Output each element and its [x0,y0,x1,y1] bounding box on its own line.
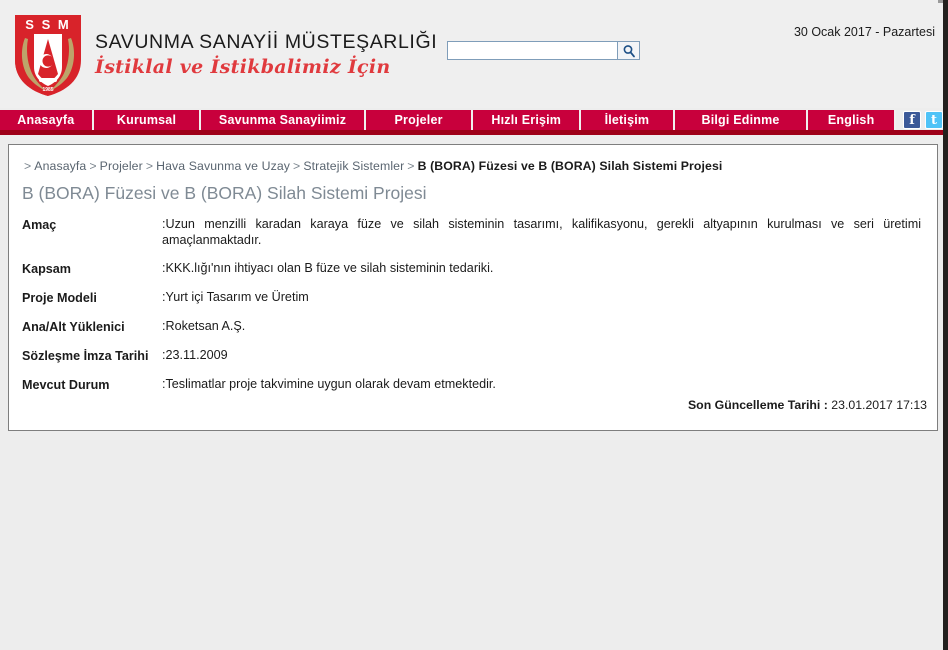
nav-item-label: Hızlı Erişim [491,113,562,127]
detail-value-text: Teslimatlar proje takvimine uygun olarak… [165,377,496,391]
detail-value: :Roketsan A.Ş. [162,318,929,334]
current-date: 30 Ocak 2017 - Pazartesi [793,25,935,39]
twitter-icon-glyph: t [930,112,937,128]
detail-value: :Uzun menzilli karadan karaya füze ve si… [162,216,929,248]
detail-value-text: Uzun menzilli karadan karaya füze ve sil… [162,217,921,247]
nav-item-bilgi-edinme[interactable]: Bilgi Edinme [674,110,809,130]
last-update-stamp: Son Güncelleme Tarihi : 23.01.2017 17:13 [688,398,927,412]
breadcrumb-separator: > [293,159,301,173]
logo-svg: S S M 1985 [15,15,81,96]
breadcrumb-current: B (BORA) Füzesi ve B (BORA) Silah Sistem… [417,159,723,173]
search-button[interactable] [618,41,640,60]
facebook-icon-glyph: f [909,112,915,128]
detail-value-text: Yurt içi Tasarım ve Üretim [165,290,309,304]
breadcrumb-separator: > [24,159,32,173]
detail-row: Ana/Alt Yüklenici :Roketsan A.Ş. [22,318,929,335]
breadcrumb-link-4[interactable]: Stratejik Sistemler [303,159,404,173]
detail-value: :Yurt içi Tasarım ve Üretim [162,289,929,305]
site-header: S S M 1985 SAVUNMA SANAYİİ MÜSTEŞARLIĞI … [0,0,943,108]
detail-row: Proje Modeli :Yurt içi Tasarım ve Üretim [22,289,929,306]
breadcrumb-link-1[interactable]: Anasayfa [34,159,86,173]
nav-underline [0,130,943,135]
ssm-shield-logo[interactable]: S S M 1985 [12,12,84,98]
svg-text:1985: 1985 [42,87,53,93]
nav-item-label: İletişim [604,113,650,127]
twitter-icon[interactable]: t [925,111,943,129]
window-corner-marker [938,0,943,3]
nav-item-label: Kurumsal [116,113,177,127]
nav-item-label: Projeler [394,113,443,127]
nav-item-english[interactable]: English [808,110,896,130]
main-navigation: Anasayfa Kurumsal Savunma Sanayiimiz Projel… [0,110,943,130]
search-input[interactable] [447,41,618,60]
detail-row: Sözleşme İmza Tarihi :23.11.2009 [22,347,929,364]
page-title: B (BORA) Füzesi ve B (BORA) Silah Sistem… [22,183,427,203]
org-title: SAVUNMA SANAYİİ MÜSTEŞARLIĞI [95,31,438,53]
detail-row: Kapsam :KKK.lığı'nın ihtiyacı olan B füze… [22,260,929,277]
detail-label: Kapsam [22,262,71,276]
breadcrumb: > Anasayfa > Projeler > Hava Savunma ve Uzay >… [9,145,937,173]
nav-item-label: Bilgi Edinme [701,113,780,127]
search-icon [623,44,635,57]
nav-item-h-zl-eri-im[interactable]: Hızlı Erişim [473,110,582,130]
content-panel: > Anasayfa > Projeler > Hava Savunma ve Uzay >… [8,144,938,431]
nav-item-label: English [827,113,875,127]
detail-row: Mevcut Durum :Teslimatlar proje takvimine… [22,376,929,393]
nav-item-label: Anasayfa [17,113,75,127]
org-slogan: İstiklal ve İstikbalimiz İçin [95,56,391,78]
brand-block: SAVUNMA SANAYİİ MÜSTEŞARLIĞI İstiklal ve… [95,31,437,78]
detail-value-text: Roketsan A.Ş. [165,319,246,333]
nav-item-label: Savunma Sanayiimiz [218,113,347,127]
detail-label: Amaç [22,218,57,232]
breadcrumb-link-2[interactable]: Projeler [100,159,143,173]
detail-label: Ana/Alt Yüklenici [22,320,125,334]
page-root: S S M 1985 SAVUNMA SANAYİİ MÜSTEŞARLIĞI … [0,0,948,650]
detail-value: :23.11.2009 [162,347,929,363]
last-update-value: 23.01.2017 17:13 [831,398,927,412]
detail-value: :KKK.lığı'nın ihtiyacı olan B füze ve si… [162,260,929,276]
facebook-icon[interactable]: f [903,111,921,129]
detail-label: Sözleşme İmza Tarihi [22,349,149,363]
svg-text:S S M: S S M [25,17,70,32]
breadcrumb-separator: > [89,159,97,173]
breadcrumb-separator: > [145,159,154,173]
detail-label: Proje Modeli [22,291,97,305]
project-details: Amaç :Uzun menzilli karadan karaya füze v… [9,216,937,393]
breadcrumb-separator: > [407,159,415,173]
window-right-edge [943,0,948,650]
detail-value-text: 23.11.2009 [165,348,228,362]
breadcrumb-link-3[interactable]: Hava Savunma ve Uzay [156,159,290,173]
nav-item-i-leti-im[interactable]: İletişim [581,110,675,130]
detail-label: Mevcut Durum [22,378,110,392]
nav-item-savunma-sanayiimiz[interactable]: Savunma Sanayiimiz [201,110,366,130]
last-update-label: Son Güncelleme Tarihi : [687,398,828,412]
nav-item-anasayfa[interactable]: Anasayfa [0,110,94,130]
detail-value-text: KKK.lığı'nın ihtiyacı olan B füze ve sil… [165,261,494,275]
social-links: ft [903,110,943,130]
search-box [447,41,640,60]
nav-item-kurumsal[interactable]: Kurumsal [93,110,202,130]
detail-value: :Teslimatlar proje takvimine uygun olara… [162,376,929,392]
detail-row: Amaç :Uzun menzilli karadan karaya füze v… [22,216,929,248]
nav-item-projeler[interactable]: Projeler [365,110,474,130]
